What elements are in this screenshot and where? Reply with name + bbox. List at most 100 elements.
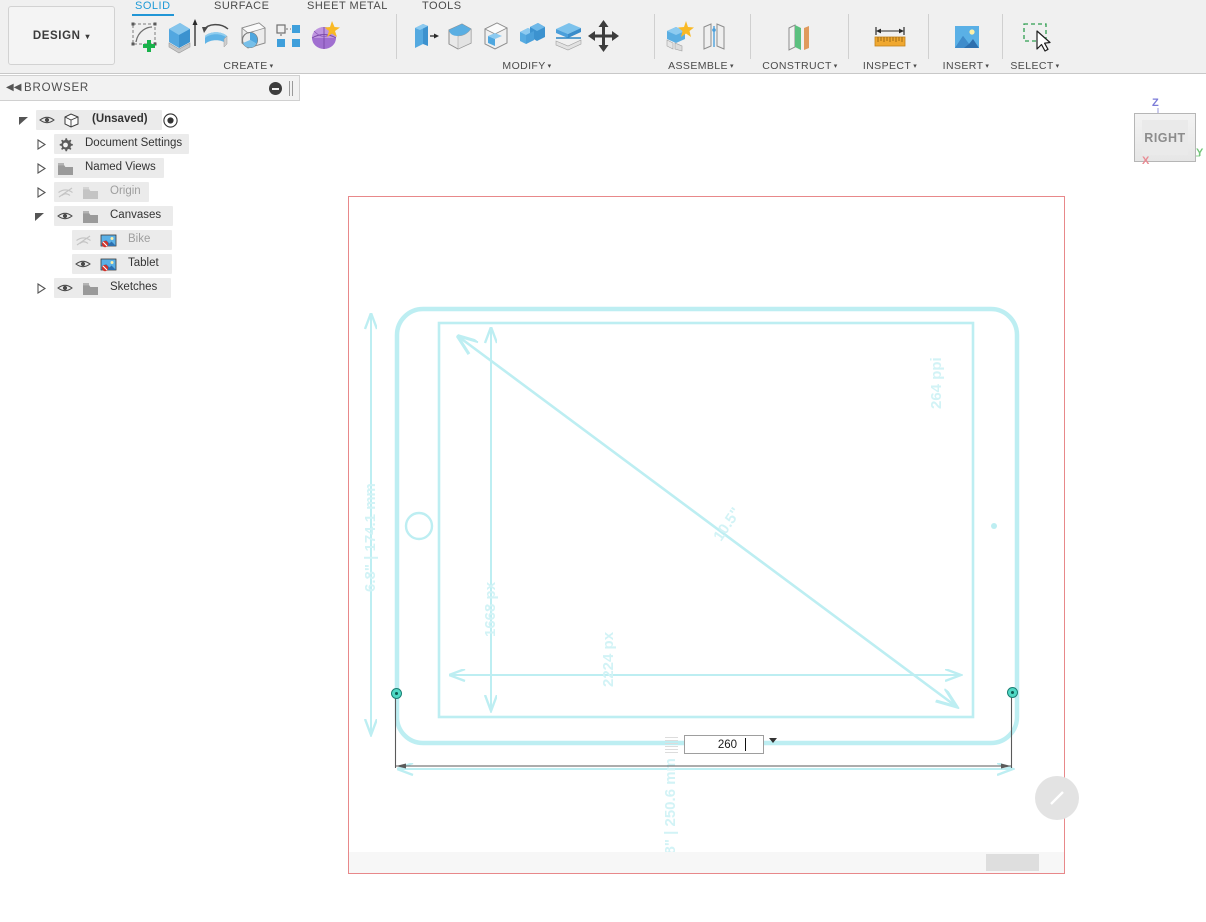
sweep-icon[interactable]	[234, 16, 270, 56]
folder-icon	[57, 162, 73, 175]
browser-title: BROWSER	[24, 82, 90, 94]
expander-collapsed-icon[interactable]	[36, 163, 47, 174]
visibility-eye-icon[interactable]	[57, 210, 73, 222]
tree-label: (Unsaved)	[92, 113, 148, 125]
canvas-scrollbar-thumb[interactable]	[986, 854, 1039, 871]
pattern-icon[interactable]	[270, 16, 306, 56]
minus-circle-icon[interactable]	[269, 82, 282, 95]
tab-sheet-metal-label: SHEET METAL	[307, 0, 388, 12]
expander-collapsed-icon[interactable]	[36, 187, 47, 198]
folder-icon	[82, 210, 98, 223]
tree-row-tablet[interactable]: Tablet	[0, 252, 300, 276]
folder-icon	[82, 186, 98, 199]
chevron-down-icon: ▾	[547, 63, 552, 70]
chevron-down-icon: ▾	[833, 63, 838, 70]
tab-tools[interactable]: TOOLS	[422, 0, 462, 12]
browser-collapse-icon[interactable]: ◀◀	[6, 83, 21, 93]
axis-label-z: Z	[1152, 97, 1159, 109]
tab-surface[interactable]: SURFACE	[214, 0, 269, 12]
chevron-down-icon: ▾	[985, 63, 990, 70]
create-sketch-icon[interactable]	[126, 16, 162, 56]
panel-inspect-label[interactable]: INSPECT ▾	[858, 60, 922, 72]
tree-label: Tablet	[128, 257, 159, 269]
tree-row-unsaved[interactable]: (Unsaved)	[0, 108, 300, 132]
chevron-down-icon: ▾	[85, 32, 91, 41]
tree-row-bike[interactable]: Bike	[0, 228, 300, 252]
visibility-eye-icon[interactable]	[75, 258, 91, 270]
select-window-icon[interactable]	[1018, 16, 1054, 56]
revolve-icon[interactable]	[198, 16, 234, 56]
panel-insert: INSERT ▾	[938, 16, 994, 72]
dimension-endpoint-handle-left[interactable]	[391, 688, 402, 699]
tree-row-sketches[interactable]: Sketches	[0, 276, 300, 300]
press-pull-icon[interactable]	[406, 16, 442, 56]
panel-divider	[654, 14, 655, 59]
expander-collapsed-icon[interactable]	[36, 139, 47, 150]
split-face-icon[interactable]	[550, 16, 586, 56]
expander-collapsed-icon[interactable]	[36, 283, 47, 294]
create-form-icon[interactable]	[306, 16, 342, 56]
axis-label-y: Y	[1196, 147, 1204, 159]
annotation-2224px: 2224 px	[600, 631, 617, 687]
panel-assemble-label[interactable]: ASSEMBLE ▾	[660, 60, 742, 72]
panel-inspect: INSPECT ▾	[858, 16, 922, 72]
measure-icon[interactable]	[872, 16, 908, 56]
panel-assemble: ASSEMBLE ▾	[660, 16, 742, 72]
panel-construct-label[interactable]: CONSTRUCT ▾	[760, 60, 840, 72]
tree-row-origin[interactable]: Origin	[0, 180, 300, 204]
visibility-eye-icon[interactable]	[39, 114, 55, 126]
chevron-down-icon[interactable]	[769, 738, 777, 743]
panel-construct: CONSTRUCT ▾	[760, 16, 840, 72]
insert-canvas-icon[interactable]	[948, 16, 984, 56]
panel-modify: MODIFY ▾	[406, 16, 648, 72]
home-button	[404, 511, 434, 541]
dimension-value-input[interactable]	[684, 735, 764, 754]
tree-row-canvases[interactable]: Canvases	[0, 204, 300, 228]
joint-icon[interactable]	[696, 16, 732, 56]
panel-create-label[interactable]: CREATE ▾	[126, 60, 371, 72]
component-icon	[63, 113, 79, 128]
tab-sheet-metal[interactable]: SHEET METAL	[307, 0, 388, 12]
tree-row-document-settings[interactable]: Document Settings	[0, 132, 300, 156]
view-cube[interactable]: RIGHT Z X Y	[1120, 95, 1206, 180]
panel-select-label[interactable]: SELECT ▾	[1008, 60, 1062, 72]
canvas-image-icon	[100, 233, 117, 248]
tree-label: Document Settings	[85, 137, 183, 149]
design-button-label: DESIGN	[32, 29, 81, 42]
canvas-floating-action-button[interactable]	[1035, 776, 1079, 820]
fillet-icon[interactable]	[442, 16, 478, 56]
offset-plane-icon[interactable]	[780, 16, 816, 56]
tree-label: Sketches	[110, 281, 158, 293]
annotation-1668px: 1668 px	[482, 581, 499, 637]
expander-expanded-icon[interactable]	[18, 115, 29, 126]
visibility-eye-off-icon[interactable]	[75, 234, 91, 246]
tree-label: Bike	[128, 233, 151, 245]
design-workspace-button[interactable]: DESIGN ▾	[8, 6, 115, 65]
panel-insert-label[interactable]: INSERT ▾	[938, 60, 994, 72]
panel-resize-grip[interactable]	[289, 81, 295, 96]
dimension-endpoint-handle-right[interactable]	[1007, 687, 1018, 698]
move-copy-icon[interactable]	[586, 16, 622, 56]
panel-modify-label[interactable]: MODIFY ▾	[406, 60, 648, 72]
canvas-image-tablet[interactable]: 6.8" | 174.1 mm 1668 px 2224 px 264 ppi …	[348, 196, 1079, 874]
panel-create: CREATE ▾	[126, 16, 371, 72]
tree-label: Origin	[110, 185, 141, 197]
dimension-value-input-group[interactable]	[665, 735, 783, 754]
annotation-ppi: 264 ppi	[928, 357, 945, 409]
visibility-eye-off-icon[interactable]	[57, 186, 73, 198]
visibility-eye-icon[interactable]	[57, 282, 73, 294]
new-component-icon[interactable]	[660, 16, 696, 56]
panel-divider	[750, 14, 751, 59]
tree-row-named-views[interactable]: Named Views	[0, 156, 300, 180]
canvas-drawing: 6.8" | 174.1 mm 1668 px 2224 px 264 ppi …	[362, 306, 1020, 867]
drag-grip-icon[interactable]	[665, 736, 678, 753]
view-cube-face-label: RIGHT	[1144, 130, 1186, 145]
tab-solid[interactable]: SOLID	[132, 0, 174, 16]
activate-component-radio[interactable]	[163, 113, 178, 128]
shell-icon[interactable]	[478, 16, 514, 56]
extrude-icon[interactable]	[162, 16, 198, 56]
combine-icon[interactable]	[514, 16, 550, 56]
camera-dot	[991, 523, 997, 529]
expander-expanded-icon[interactable]	[34, 211, 45, 222]
canvas-image-bottom-bar	[349, 852, 1064, 873]
